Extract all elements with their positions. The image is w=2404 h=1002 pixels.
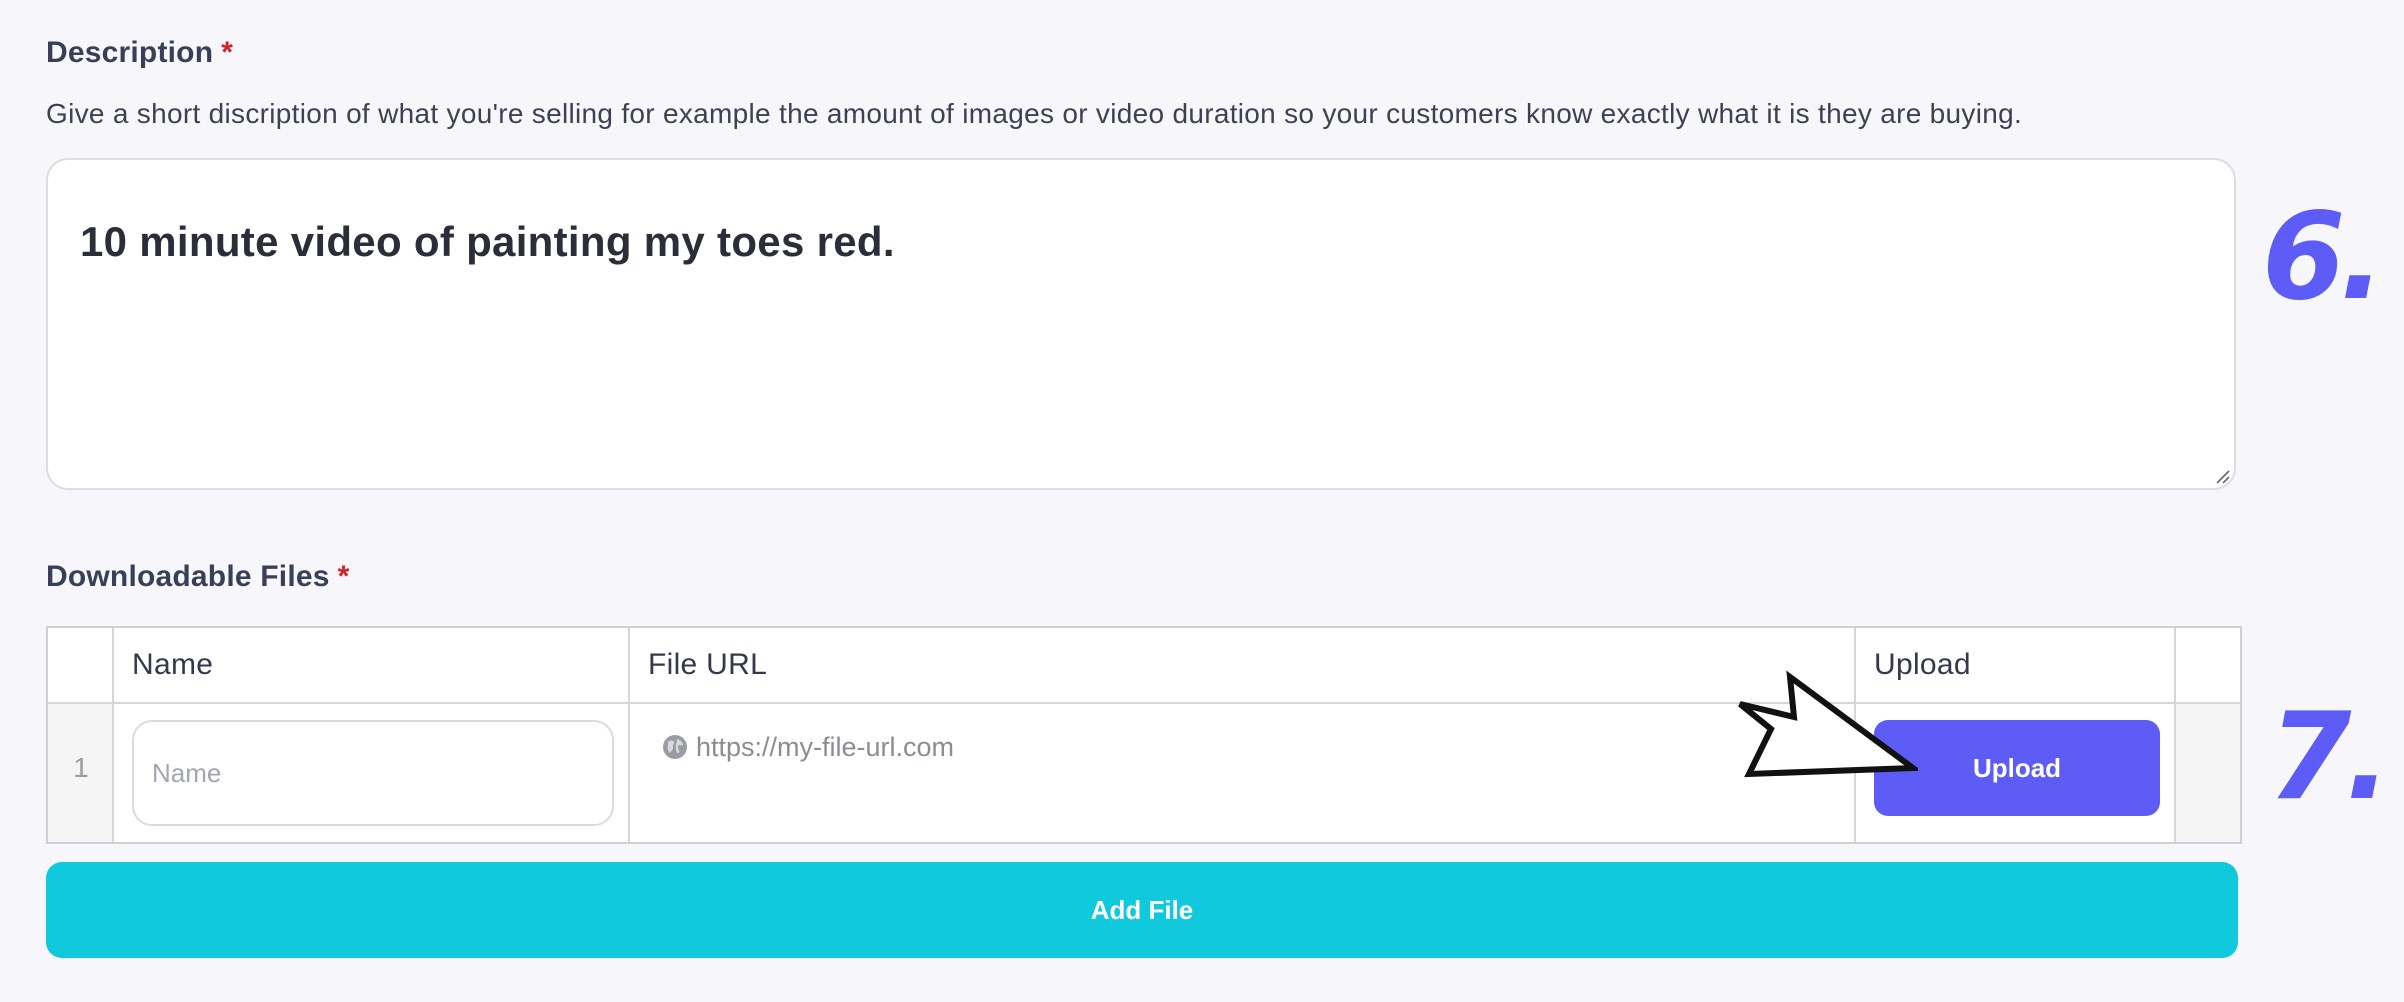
downloadable-files-label: Downloadable Files *	[46, 560, 350, 594]
table-header-name: Name	[114, 628, 630, 704]
description-label: Description *	[46, 36, 233, 70]
globe-icon	[663, 735, 687, 759]
table-row-actions-cell	[2176, 704, 2240, 842]
resize-grip-icon[interactable]	[2214, 468, 2230, 484]
table-row-name-cell	[114, 704, 630, 842]
add-file-button[interactable]: Add File	[46, 862, 2238, 958]
description-value: 10 minute video of painting my toes red.	[80, 218, 895, 265]
step-number-6: 6.	[2262, 188, 2385, 327]
file-name-input[interactable]	[132, 720, 614, 826]
description-label-text: Description	[46, 36, 214, 69]
table-row-index-cell: 1	[48, 704, 114, 842]
required-asterisk: *	[337, 560, 350, 593]
step-number-7: 7.	[2268, 688, 2391, 827]
table-header-actions	[2176, 628, 2240, 704]
table-header-file-url: File URL	[630, 628, 1856, 704]
row-index: 1	[73, 752, 89, 783]
table-header-index	[48, 628, 114, 704]
downloadable-files-label-text: Downloadable Files	[46, 560, 330, 593]
cursor-arrow-icon	[1738, 670, 1918, 778]
required-asterisk: *	[221, 36, 234, 69]
table-row-url-cell	[630, 704, 1856, 842]
description-help-text: Give a short discription of what you're …	[46, 98, 2023, 129]
description-textarea[interactable]: 10 minute video of painting my toes red.	[46, 158, 2236, 490]
file-url-input[interactable]	[696, 724, 1796, 770]
